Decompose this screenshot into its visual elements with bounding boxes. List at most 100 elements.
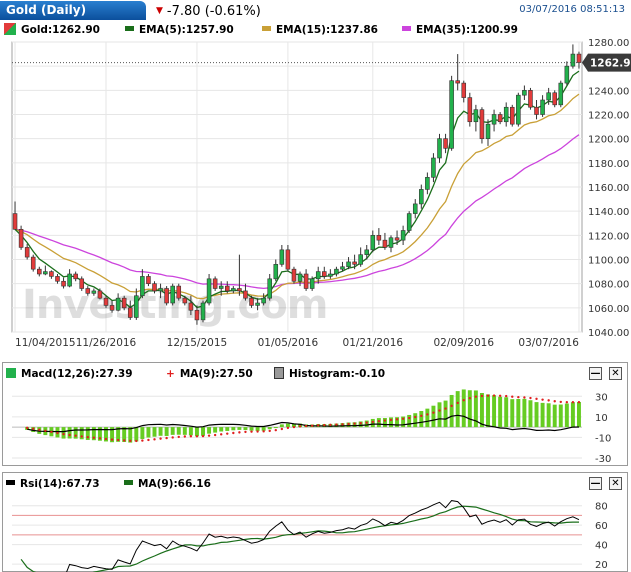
candle-body — [243, 290, 248, 299]
macd-signal-dot — [104, 437, 108, 441]
macd-bar — [479, 393, 484, 428]
candle-body — [115, 297, 121, 311]
macd-bar — [546, 403, 551, 428]
macd-legend: Macd(12,26):27.39 + MA(9):27.50 Histogram… — [4, 366, 564, 382]
macd-signal-dot — [141, 439, 144, 442]
candle-body — [346, 261, 351, 268]
macd-signal-dot — [511, 395, 514, 398]
candle-body — [328, 273, 333, 277]
candle-body — [206, 278, 212, 304]
macd-bar — [237, 427, 242, 430]
macd-signal-dot — [32, 427, 35, 430]
macd-bar — [134, 427, 139, 442]
candle-body — [97, 290, 103, 299]
candle-body — [340, 266, 345, 270]
y-tick-label: 80 — [595, 502, 608, 513]
ema5-swatch-icon — [125, 26, 134, 31]
macd-signal-dot — [268, 429, 271, 433]
macd-bar — [407, 414, 412, 428]
y-tick-label: 1060.00 — [588, 304, 629, 315]
candle-body — [121, 297, 127, 309]
y-tick-label: -10 — [595, 433, 611, 444]
macd-bar — [498, 396, 503, 428]
macd-signal-dot — [323, 423, 326, 427]
macd-signal-dot — [571, 401, 575, 404]
candle-body — [188, 302, 194, 311]
instrument-title[interactable]: Gold (Daily) — [0, 1, 146, 20]
candle-body — [37, 268, 42, 275]
macd-bar — [437, 402, 442, 428]
candle-body — [24, 247, 30, 258]
legend-macd-ma-text: MA(9):27.50 — [179, 368, 253, 380]
candle-body — [200, 302, 206, 321]
y-tick-label: 40 — [595, 541, 608, 552]
macd-signal-dot — [189, 435, 193, 438]
candle-body — [400, 230, 406, 241]
macd-signal-dot — [426, 413, 429, 416]
macd-signal-dot — [244, 430, 247, 434]
legend-histogram: Histogram:-0.10 — [274, 366, 385, 382]
macd-signal-dot — [298, 425, 302, 428]
histogram-line — [27, 414, 580, 433]
rsi-close-button[interactable]: ✕ — [609, 477, 622, 490]
candle-body — [309, 278, 315, 289]
macd-bar — [140, 427, 145, 440]
candle-body — [194, 309, 200, 321]
candle-body — [237, 288, 242, 292]
chart-header: Gold (Daily) ▼ -7.80 (-0.61%) 03/07/2016 … — [0, 0, 631, 22]
macd-signal-dot — [456, 401, 459, 405]
macd-bar — [492, 395, 497, 428]
price-chart[interactable]: 1040.00 1060.00 1080.00 1100.00 1120.00 1140.… — [0, 36, 631, 350]
macd-signal-dot — [50, 430, 53, 434]
macd-close-button[interactable]: ✕ — [609, 367, 622, 380]
macd-minimize-button[interactable]: — — [589, 367, 602, 380]
candle-body — [455, 80, 460, 84]
macd-bar — [431, 405, 436, 428]
macd-signal-dot — [256, 430, 259, 433]
candle-body — [140, 276, 145, 297]
legend-ema15-text: EMA(15):1237.86 — [276, 24, 378, 36]
macd-bar — [413, 413, 418, 428]
macd-bar — [201, 427, 205, 436]
candle-body — [134, 295, 139, 318]
legend-histogram-text: Histogram:-0.10 — [289, 368, 386, 380]
macd-bar — [279, 424, 284, 428]
candle-body — [522, 90, 527, 96]
macd-signal-dot — [171, 436, 174, 439]
candle-body — [49, 271, 54, 277]
macd-signal-dot — [38, 428, 41, 431]
histogram-swatch-icon — [274, 367, 284, 379]
macd-signal-dot — [135, 439, 138, 443]
candle-body — [315, 271, 321, 280]
macd-signal-dot — [159, 437, 162, 440]
candle-body — [91, 290, 97, 294]
price-change-value: -7.80 (-0.61%) — [166, 4, 261, 19]
legend-rsi-ma-text: MA(9):66.16 — [138, 478, 211, 490]
macd-signal-dot — [286, 426, 290, 430]
macd-bar — [419, 411, 424, 428]
candle-body — [109, 305, 115, 311]
candle-body — [419, 189, 424, 205]
macd-signal-dot — [129, 439, 132, 443]
macd-signal-dot — [183, 435, 187, 438]
macd-bar — [516, 399, 521, 428]
macd-signal-dot — [450, 404, 453, 408]
macd-signal-dot — [505, 394, 508, 398]
candle-body — [352, 261, 357, 265]
macd-signal-dot — [389, 418, 393, 422]
macd-signal-dot — [262, 430, 265, 433]
macd-signal-dot — [383, 419, 387, 422]
candle-body — [261, 297, 266, 304]
close-icon: ✕ — [611, 368, 620, 379]
rsi-minimize-button[interactable]: — — [589, 477, 602, 490]
y-tick-label: 1200.00 — [588, 135, 629, 146]
rsi-ma-swatch-icon — [124, 480, 133, 485]
legend-macd-text: Macd(12,26):27.39 — [21, 368, 133, 380]
macd-signal-dot — [122, 439, 126, 442]
candle-body — [467, 97, 473, 123]
macd-bar — [540, 402, 545, 428]
macd-signal-dot — [201, 434, 205, 438]
candle-body — [509, 106, 515, 125]
macd-swatch-icon — [6, 368, 16, 378]
macd-bar — [510, 399, 515, 428]
